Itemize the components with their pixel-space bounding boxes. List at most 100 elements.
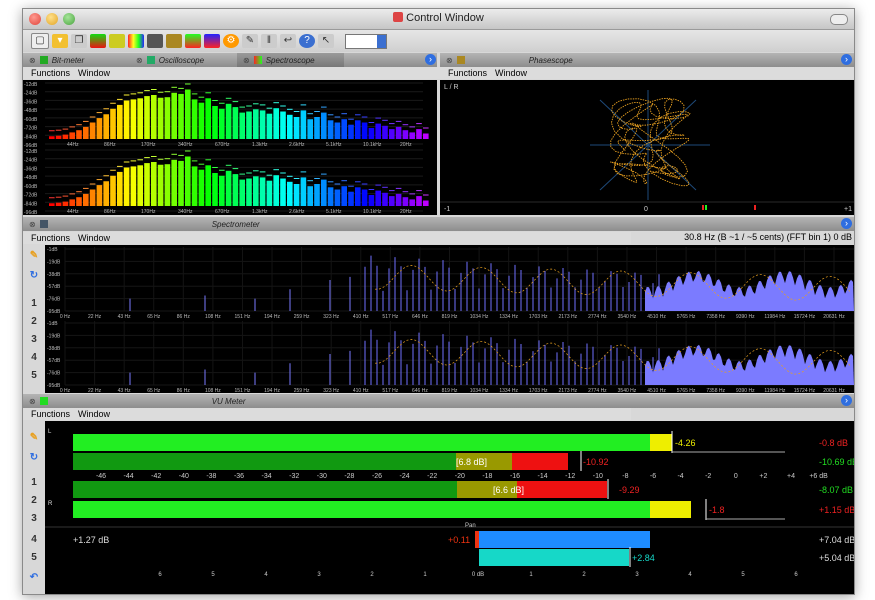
vumeter-tool-icon[interactable]	[185, 34, 201, 48]
spectrometer-freq-label: 517 Hz	[382, 314, 398, 320]
menu-functions[interactable]: Functions	[31, 233, 70, 243]
preset-1-button[interactable]: 1	[27, 297, 41, 311]
tab-spectrometer[interactable]: ⊗ Spectrometer	[23, 217, 435, 231]
preset-5-button[interactable]: 5	[27, 369, 41, 383]
phasescope-panel[interactable]: L / R -1 0 +1	[440, 80, 854, 215]
spectrometer-freq-label: 259 Hz	[294, 388, 310, 393]
close-tab-icon[interactable]: ⊗	[243, 56, 250, 65]
oscilloscope-tool-icon[interactable]	[109, 34, 125, 48]
close-tab-icon[interactable]: ⊗	[29, 397, 36, 406]
preset-3-button[interactable]: 3	[27, 512, 41, 526]
menu-functions[interactable]: Functions	[448, 68, 487, 78]
spectroscope-bar	[69, 132, 75, 139]
add-panel-button[interactable]: ›	[841, 54, 852, 65]
spectroscope-tool-icon[interactable]	[128, 34, 144, 48]
menu-window[interactable]: Window	[78, 409, 110, 419]
wrench-icon[interactable]: ✎	[27, 431, 41, 445]
vu-scale-label: +4	[787, 473, 795, 480]
new-file-icon[interactable]: ▢	[31, 33, 49, 49]
spectroscope-peak-mark	[185, 83, 191, 85]
channel-l-rms-bar	[73, 453, 456, 470]
menu-window[interactable]: Window	[78, 233, 110, 243]
pan-left-readout: +1.27 dB	[73, 535, 109, 545]
channel-r-peak-readout: -8.07 dB	[819, 485, 853, 495]
preset-5-button[interactable]: 5	[27, 551, 41, 565]
preset-4-button[interactable]: 4	[27, 351, 41, 365]
channel-r-rms-badge: [6.6 dB]	[493, 485, 524, 495]
menu-functions[interactable]: Functions	[31, 68, 70, 78]
close-tab-icon[interactable]: ⊗	[29, 56, 36, 65]
spectroscope-peak-mark	[334, 116, 341, 118]
spectroscope-peak-mark	[157, 91, 164, 93]
toolbar-toggle-button[interactable]	[830, 14, 848, 25]
tab-phasescope[interactable]: ⊗ Phasescope	[440, 53, 642, 67]
tab-spectroscope[interactable]: ⊗ Spectroscope	[237, 53, 344, 67]
tab-oscilloscope[interactable]: ⊗ Oscilloscope	[130, 53, 237, 67]
spectroscope-bar	[144, 96, 150, 139]
tab-bitmeter[interactable]: ⊗ Bit-meter	[23, 53, 130, 67]
wrench-icon[interactable]: ✎	[242, 34, 258, 48]
spectroscope-freq-label: 1.3kHz	[252, 209, 268, 215]
spectroscope-peak-mark	[117, 98, 123, 100]
preset-4-button[interactable]: 4	[27, 533, 41, 547]
settings-icon[interactable]: ⚙	[223, 34, 239, 48]
add-panel-button[interactable]: ›	[841, 395, 852, 406]
preset-1-button[interactable]: 1	[27, 476, 41, 490]
wrench-icon[interactable]: ✎	[27, 249, 41, 263]
close-tab-icon[interactable]: ⊗	[29, 220, 36, 229]
spectroscope-bar	[110, 175, 116, 206]
spectrometer-panel[interactable]: -1dB -19dB -38dB -57dB -76dB -95dB 0 Hz 22 Hz 43…	[45, 245, 854, 393]
preset-3-button[interactable]: 3	[27, 333, 41, 347]
close-tab-icon[interactable]: ⊗	[136, 56, 143, 65]
vumeter-panel[interactable]: L -4.26 [6.8 dB] -10.92 -0.8 dB -10.69 d…	[45, 421, 854, 594]
spectroscope-peak-mark	[239, 173, 245, 175]
menu-window[interactable]: Window	[495, 68, 527, 78]
spectrometer-tool-icon[interactable]	[166, 34, 182, 48]
spectroscope-peak-mark	[341, 180, 347, 182]
spectroscope-bar	[198, 169, 205, 206]
spectroscope-db-label: -48dB	[24, 175, 38, 181]
refresh-icon[interactable]: ↻	[27, 451, 41, 465]
preset-2-button[interactable]: 2	[27, 494, 41, 508]
refresh-icon[interactable]: ↻	[27, 269, 41, 283]
spectroscope-peak-mark	[212, 167, 218, 168]
spectroscope-bar	[259, 177, 266, 206]
spectroscope-bar	[409, 199, 415, 206]
pause-icon[interactable]: ‖	[261, 34, 277, 48]
sonogram-tool-icon[interactable]	[204, 34, 220, 48]
spectrometer-freq-label: 646 Hz	[412, 314, 428, 320]
help-icon[interactable]: ?	[299, 34, 315, 48]
spectroscope-peak-mark	[110, 102, 116, 104]
spectrometer-freq-label: 1334 Hz	[499, 314, 518, 320]
preset-select[interactable]	[345, 33, 387, 49]
vu-scale-label: -2	[705, 473, 711, 480]
close-tab-icon[interactable]: ⊗	[446, 56, 453, 65]
tab-vumeter[interactable]: ⊗ VU Meter	[23, 394, 435, 408]
add-panel-button[interactable]: ›	[841, 218, 852, 229]
channel-r-peak-bar	[73, 501, 650, 518]
pan-center-marker	[475, 531, 479, 548]
spectroscope-bar	[232, 174, 239, 206]
undo-icon[interactable]: ↶	[27, 571, 41, 585]
copy-icon[interactable]: ❐	[71, 34, 87, 48]
spectroscope-peak-mark	[409, 126, 415, 128]
cursor-icon[interactable]: ↖	[318, 34, 334, 48]
open-folder-icon[interactable]: ▾	[52, 34, 68, 48]
loop-icon[interactable]: ↩	[280, 34, 296, 48]
window-title-text: Control Window	[406, 12, 484, 24]
menu-functions[interactable]: Functions	[31, 409, 70, 419]
phasescope-tool-icon[interactable]	[147, 34, 163, 48]
channel-l-rms-readout: -10.69 dB	[819, 457, 854, 467]
spectroscope-bar	[287, 181, 293, 206]
vu-scale-label: -22	[427, 473, 437, 480]
bitmeter-tool-icon[interactable]	[90, 34, 106, 48]
spectroscope-freq-label: 1.3kHz	[252, 142, 268, 148]
spectroscope-bar	[205, 98, 211, 139]
menu-window[interactable]: Window	[78, 68, 110, 78]
channel-l-rms-value: -10.92	[583, 457, 609, 467]
spectroscope-panel[interactable]: -12dB -24dB -36dB -48dB -60dB -72dB -84dB -96dB…	[23, 80, 437, 215]
channel-l-rms-red	[512, 453, 568, 470]
add-panel-button[interactable]: ›	[425, 54, 436, 65]
spectroscope-bar	[130, 99, 137, 139]
preset-2-button[interactable]: 2	[27, 315, 41, 329]
